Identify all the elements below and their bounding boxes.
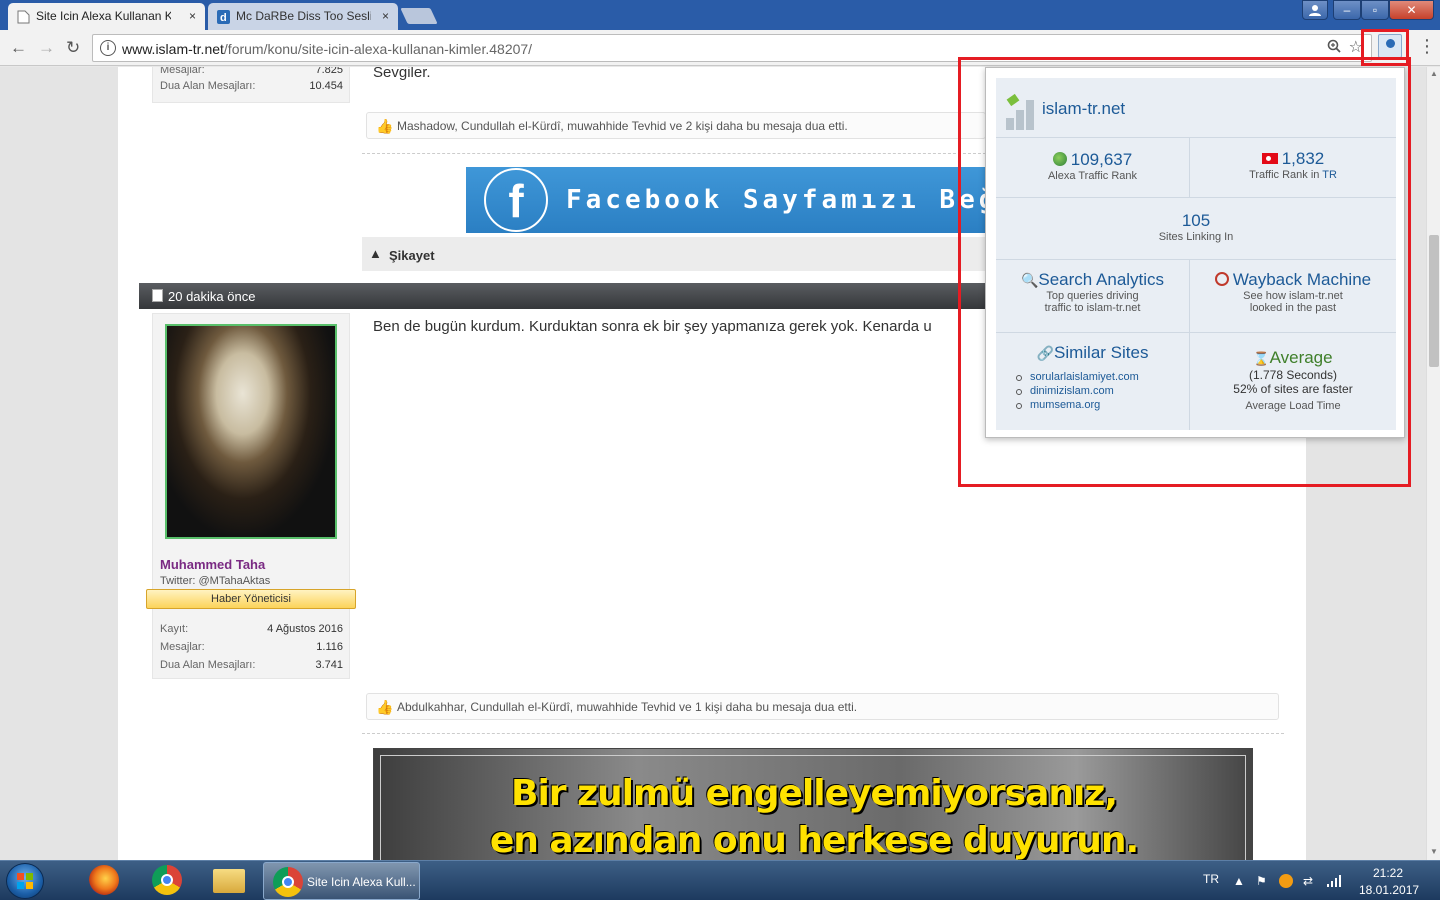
stat-row: Mesajlar: 1.116 <box>160 641 343 653</box>
post1-likes-bar: 👍 Mashadow, Cundullah el-Kürdî, muwahhid… <box>366 112 986 139</box>
post1-text: Sevgiler. <box>373 67 431 81</box>
taskbar-chrome-window[interactable]: Site Icin Alexa Kull... <box>263 862 420 900</box>
stat-row: Dua Alan Mesajları: 3.741 <box>160 659 343 671</box>
divider <box>362 153 986 154</box>
browser-titlebar: Site Icin Alexa Kullanan K × d Mc DaRBe … <box>0 0 1440 30</box>
post1-userbox: Mesajlar: 7.825 Dua Alan Mesajları: 10.4… <box>152 67 350 103</box>
stat-value: 3.741 <box>315 659 343 671</box>
warning-icon: ▲ <box>369 246 382 261</box>
likes-text[interactable]: Abdulkahhar, Cundullah el-Kürdî, muwahhi… <box>397 700 857 714</box>
stat-row: Kayıt: 4 Ağustos 2016 <box>160 623 343 635</box>
avatar[interactable] <box>165 324 337 539</box>
stat-label: Mesajlar: <box>160 67 205 76</box>
facebook-banner-text: Facebook Sayfamızı Beğendi <box>566 185 986 215</box>
report-link[interactable]: Şikayet <box>389 248 435 263</box>
clock-date[interactable]: 18.01.2017 <box>1359 883 1419 897</box>
divider <box>362 733 1284 734</box>
report-bar: ▲ Şikayet <box>362 237 986 271</box>
network-signal-icon[interactable] <box>1327 875 1341 887</box>
windows-taskbar: Site Icin Alexa Kull... TR ▲ ⚑ ⇄ 21:22 1… <box>0 860 1440 900</box>
url-text[interactable]: www.islam-tr.net/forum/konu/site-icin-al… <box>122 41 532 57</box>
stat-value: 10.454 <box>309 80 343 92</box>
clock-time[interactable]: 21:22 <box>1373 866 1403 880</box>
minimize-button[interactable]: – <box>1333 0 1361 20</box>
user-twitter: Twitter: @MTahaAktas <box>160 575 271 587</box>
svg-text:d: d <box>220 12 227 24</box>
likes-text[interactable]: Mashadow, Cundullah el-Kürdî, muwahhide … <box>397 119 848 133</box>
url-path: /forum/konu/site-icin-alexa-kullanan-kim… <box>223 41 533 57</box>
page-scrollbar[interactable]: ▲ ▼ <box>1426 67 1440 860</box>
thumbs-up-icon: 👍 <box>376 118 394 134</box>
post-time[interactable]: 20 dakika önce <box>168 289 255 304</box>
stat-value: 1.116 <box>316 641 343 653</box>
stat-row: Dua Alan Mesajları: 10.454 <box>160 80 343 92</box>
reload-icon[interactable]: ↻ <box>66 38 80 58</box>
banner-line-1: Bir zulmü engelleyemiyorsanız, <box>511 773 1118 814</box>
tab-mc-darbe[interactable]: d Mc DaRBe Diss Too Sesli × <box>208 3 398 30</box>
zoom-icon[interactable] <box>1327 39 1341 53</box>
firefox-icon[interactable] <box>89 865 119 895</box>
stat-label: Mesajlar: <box>160 641 205 653</box>
page-icon <box>17 10 30 24</box>
menu-icon[interactable]: ⋮ <box>1418 36 1436 57</box>
app-tray-icon[interactable] <box>1279 874 1293 888</box>
post2-userbox: Muhammed Taha Twitter: @MTahaAktas Haber… <box>146 313 356 679</box>
maximize-button[interactable]: ▫ <box>1361 0 1389 20</box>
stat-value: 7.825 <box>315 67 343 76</box>
scroll-up-arrow-icon[interactable]: ▲ <box>1430 69 1438 78</box>
document-icon <box>152 289 163 302</box>
close-tab-icon[interactable]: × <box>382 9 389 23</box>
stat-label: Dua Alan Mesajları: <box>160 659 256 671</box>
profile-icon[interactable] <box>1302 0 1328 20</box>
post2-likes-bar: 👍 Abdulkahhar, Cundullah el-Kürdî, muwah… <box>366 693 1279 720</box>
taskbar-window-label: Site Icin Alexa Kull... <box>307 875 416 889</box>
tab-title: Mc DaRBe Diss Too Sesli <box>236 9 371 23</box>
facebook-banner[interactable]: f Facebook Sayfamızı Beğendi <box>466 167 986 233</box>
facebook-icon: f <box>484 168 548 232</box>
back-arrow-icon[interactable]: ← <box>10 38 27 58</box>
start-button[interactable] <box>6 863 44 899</box>
awareness-banner[interactable]: Bir zulmü engelleyemiyorsanız, en azında… <box>373 748 1253 860</box>
chrome-icon <box>273 867 303 897</box>
info-icon[interactable]: i <box>100 40 116 56</box>
stat-label: Dua Alan Mesajları: <box>160 80 256 92</box>
url-host: www.islam-tr.net <box>122 41 224 57</box>
post2-text: Ben de bugün kurdum. Kurduktan sonra ek … <box>373 318 932 335</box>
stat-value: 4 Ağustos 2016 <box>267 623 343 635</box>
close-window-button[interactable]: ✕ <box>1389 0 1434 20</box>
thumbs-up-icon: 👍 <box>376 699 394 715</box>
tab-title: Site Icin Alexa Kullanan K <box>36 9 171 23</box>
action-center-flag-icon[interactable]: ⚑ <box>1256 874 1267 888</box>
tray-expand-icon[interactable]: ▲ <box>1233 874 1245 888</box>
language-indicator[interactable]: TR <box>1203 872 1219 886</box>
scroll-thumb[interactable] <box>1429 235 1439 367</box>
tab-alexa-thread[interactable]: Site Icin Alexa Kullanan K × <box>8 3 205 30</box>
highlight-popup-box <box>958 57 1411 487</box>
chrome-icon[interactable] <box>152 865 182 895</box>
scroll-down-arrow-icon[interactable]: ▼ <box>1430 847 1438 856</box>
new-tab-button[interactable] <box>400 8 438 24</box>
banner-line-2: en azından onu herkese duyurun. <box>489 820 1139 860</box>
stat-row: Mesajlar: 7.825 <box>160 67 343 76</box>
forward-arrow-icon[interactable]: → <box>38 38 55 58</box>
folder-icon[interactable] <box>213 869 245 893</box>
stat-label: Kayıt: <box>160 623 189 635</box>
rank-badge: Haber Yöneticisi <box>146 589 356 609</box>
sync-icon[interactable]: ⇄ <box>1303 874 1313 888</box>
close-tab-icon[interactable]: × <box>189 9 196 23</box>
username[interactable]: Muhammed Taha <box>160 557 265 572</box>
site-d-icon: d <box>217 10 230 24</box>
